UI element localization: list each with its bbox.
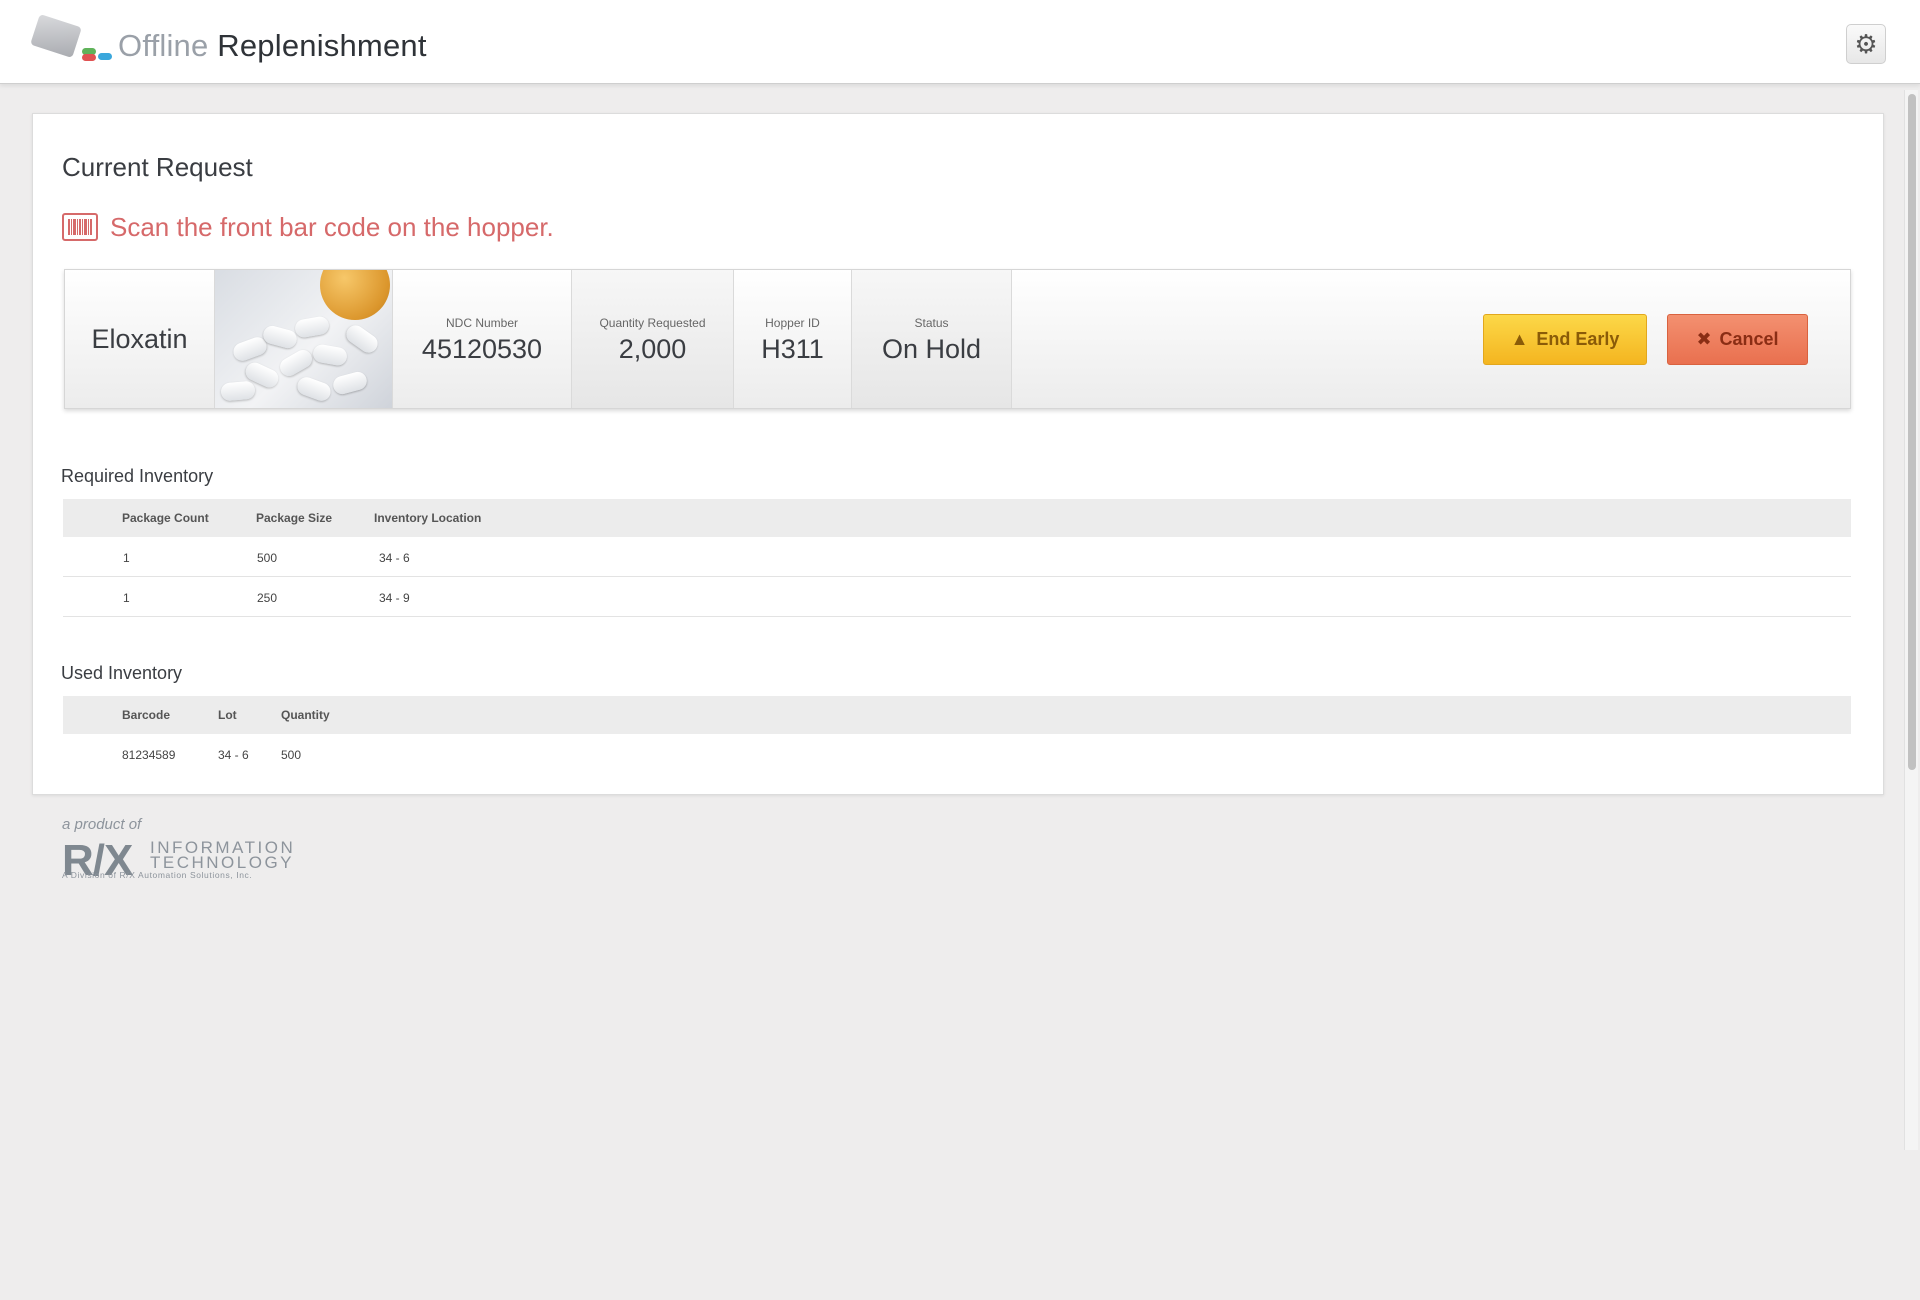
pill-icon (82, 54, 96, 61)
column-header: Package Size (256, 511, 333, 525)
quantity-cell: Quantity Requested 2,000 (572, 270, 734, 408)
app-title-dark: Replenishment (217, 28, 427, 63)
app-header: Offline Replenishment ⚙ (0, 0, 1920, 84)
page-title: Current Request (62, 152, 253, 182)
table-row: 81234589 34 - 6 500 (63, 734, 1851, 774)
request-card: Eloxatin NDC Number 45120530 Quantity Re… (64, 269, 1851, 409)
used-inventory-table: Barcode Lot Quantity 81234589 34 - 6 500 (63, 696, 1851, 774)
cancel-button[interactable]: ✖ Cancel (1667, 314, 1808, 365)
scan-instruction: Scan the front bar code on the hopper. (62, 209, 554, 245)
table-cell: 34 - 6 (379, 551, 410, 565)
app-title: Offline Replenishment (118, 28, 427, 64)
table-row: 1 250 34 - 9 (63, 577, 1851, 617)
current-request-panel: Current Request Scan the front bar code … (32, 113, 1884, 795)
ndc-cell: NDC Number 45120530 (393, 270, 572, 408)
status-cell: Status On Hold (852, 270, 1012, 408)
pill-icon (98, 53, 112, 60)
brand-division: A Division of R/X Automation Solutions, … (62, 870, 253, 880)
quantity-label: Quantity Requested (599, 316, 706, 330)
table-cell: 1 (123, 551, 130, 565)
gear-icon: ⚙ (1854, 28, 1878, 59)
table-cell: 81234589 (122, 748, 176, 762)
table-cell: 500 (281, 748, 302, 762)
brand-name: INFORMATION TECHNOLOGY (150, 839, 295, 872)
status-label: Status (914, 316, 949, 330)
hopper-label: Hopper ID (765, 316, 820, 330)
scrollbar-thumb[interactable] (1908, 94, 1916, 770)
required-inventory-title: Required Inventory (61, 466, 214, 486)
barcode-icon (62, 213, 98, 241)
table-cell: 34 - 6 (218, 748, 249, 762)
cancel-label: Cancel (1719, 329, 1779, 349)
cone-icon: ▲ (1510, 329, 1529, 349)
card-icon (30, 13, 82, 59)
app-title-light: Offline (118, 28, 209, 63)
brand-tagline: a product of (62, 816, 142, 833)
table-header: Barcode Lot Quantity (63, 696, 1851, 734)
table-row: 1 500 34 - 6 (63, 537, 1851, 577)
column-header: Lot (218, 708, 237, 722)
table-header: Package Count Package Size Inventory Loc… (63, 499, 1851, 537)
end-early-label: End Early (1536, 329, 1620, 349)
company-logo: a product of R/X INFORMATION TECHNOLOGY … (62, 816, 293, 885)
table-cell: 34 - 9 (379, 591, 410, 605)
table-cell: 500 (257, 551, 278, 565)
table-cell: 250 (257, 591, 278, 605)
close-icon: ✖ (1696, 329, 1712, 349)
quantity-value: 2,000 (618, 334, 687, 364)
app-logo (30, 13, 122, 62)
drug-name: Eloxatin (65, 270, 215, 408)
brand-line-2: TECHNOLOGY (150, 853, 295, 872)
table-cell: 1 (123, 591, 130, 605)
instruction-text: Scan the front bar code on the hopper. (110, 211, 554, 242)
drug-image (215, 270, 393, 408)
column-header: Package Count (122, 511, 209, 525)
settings-button[interactable]: ⚙ (1846, 24, 1886, 64)
scrollbar[interactable] (1904, 90, 1918, 1150)
hopper-value: H311 (761, 334, 824, 364)
column-header: Inventory Location (374, 511, 482, 525)
column-header: Quantity (281, 708, 330, 722)
required-inventory-table: Package Count Package Size Inventory Loc… (63, 499, 1851, 617)
hopper-cell: Hopper ID H311 (734, 270, 852, 408)
column-header: Barcode (122, 708, 171, 722)
end-early-button[interactable]: ▲ End Early (1483, 314, 1647, 365)
ndc-value: 45120530 (421, 334, 543, 364)
used-inventory-title: Used Inventory (61, 663, 183, 683)
status-value: On Hold (881, 334, 982, 364)
pill-bottle-image (320, 270, 390, 320)
ndc-label: NDC Number (445, 316, 518, 330)
